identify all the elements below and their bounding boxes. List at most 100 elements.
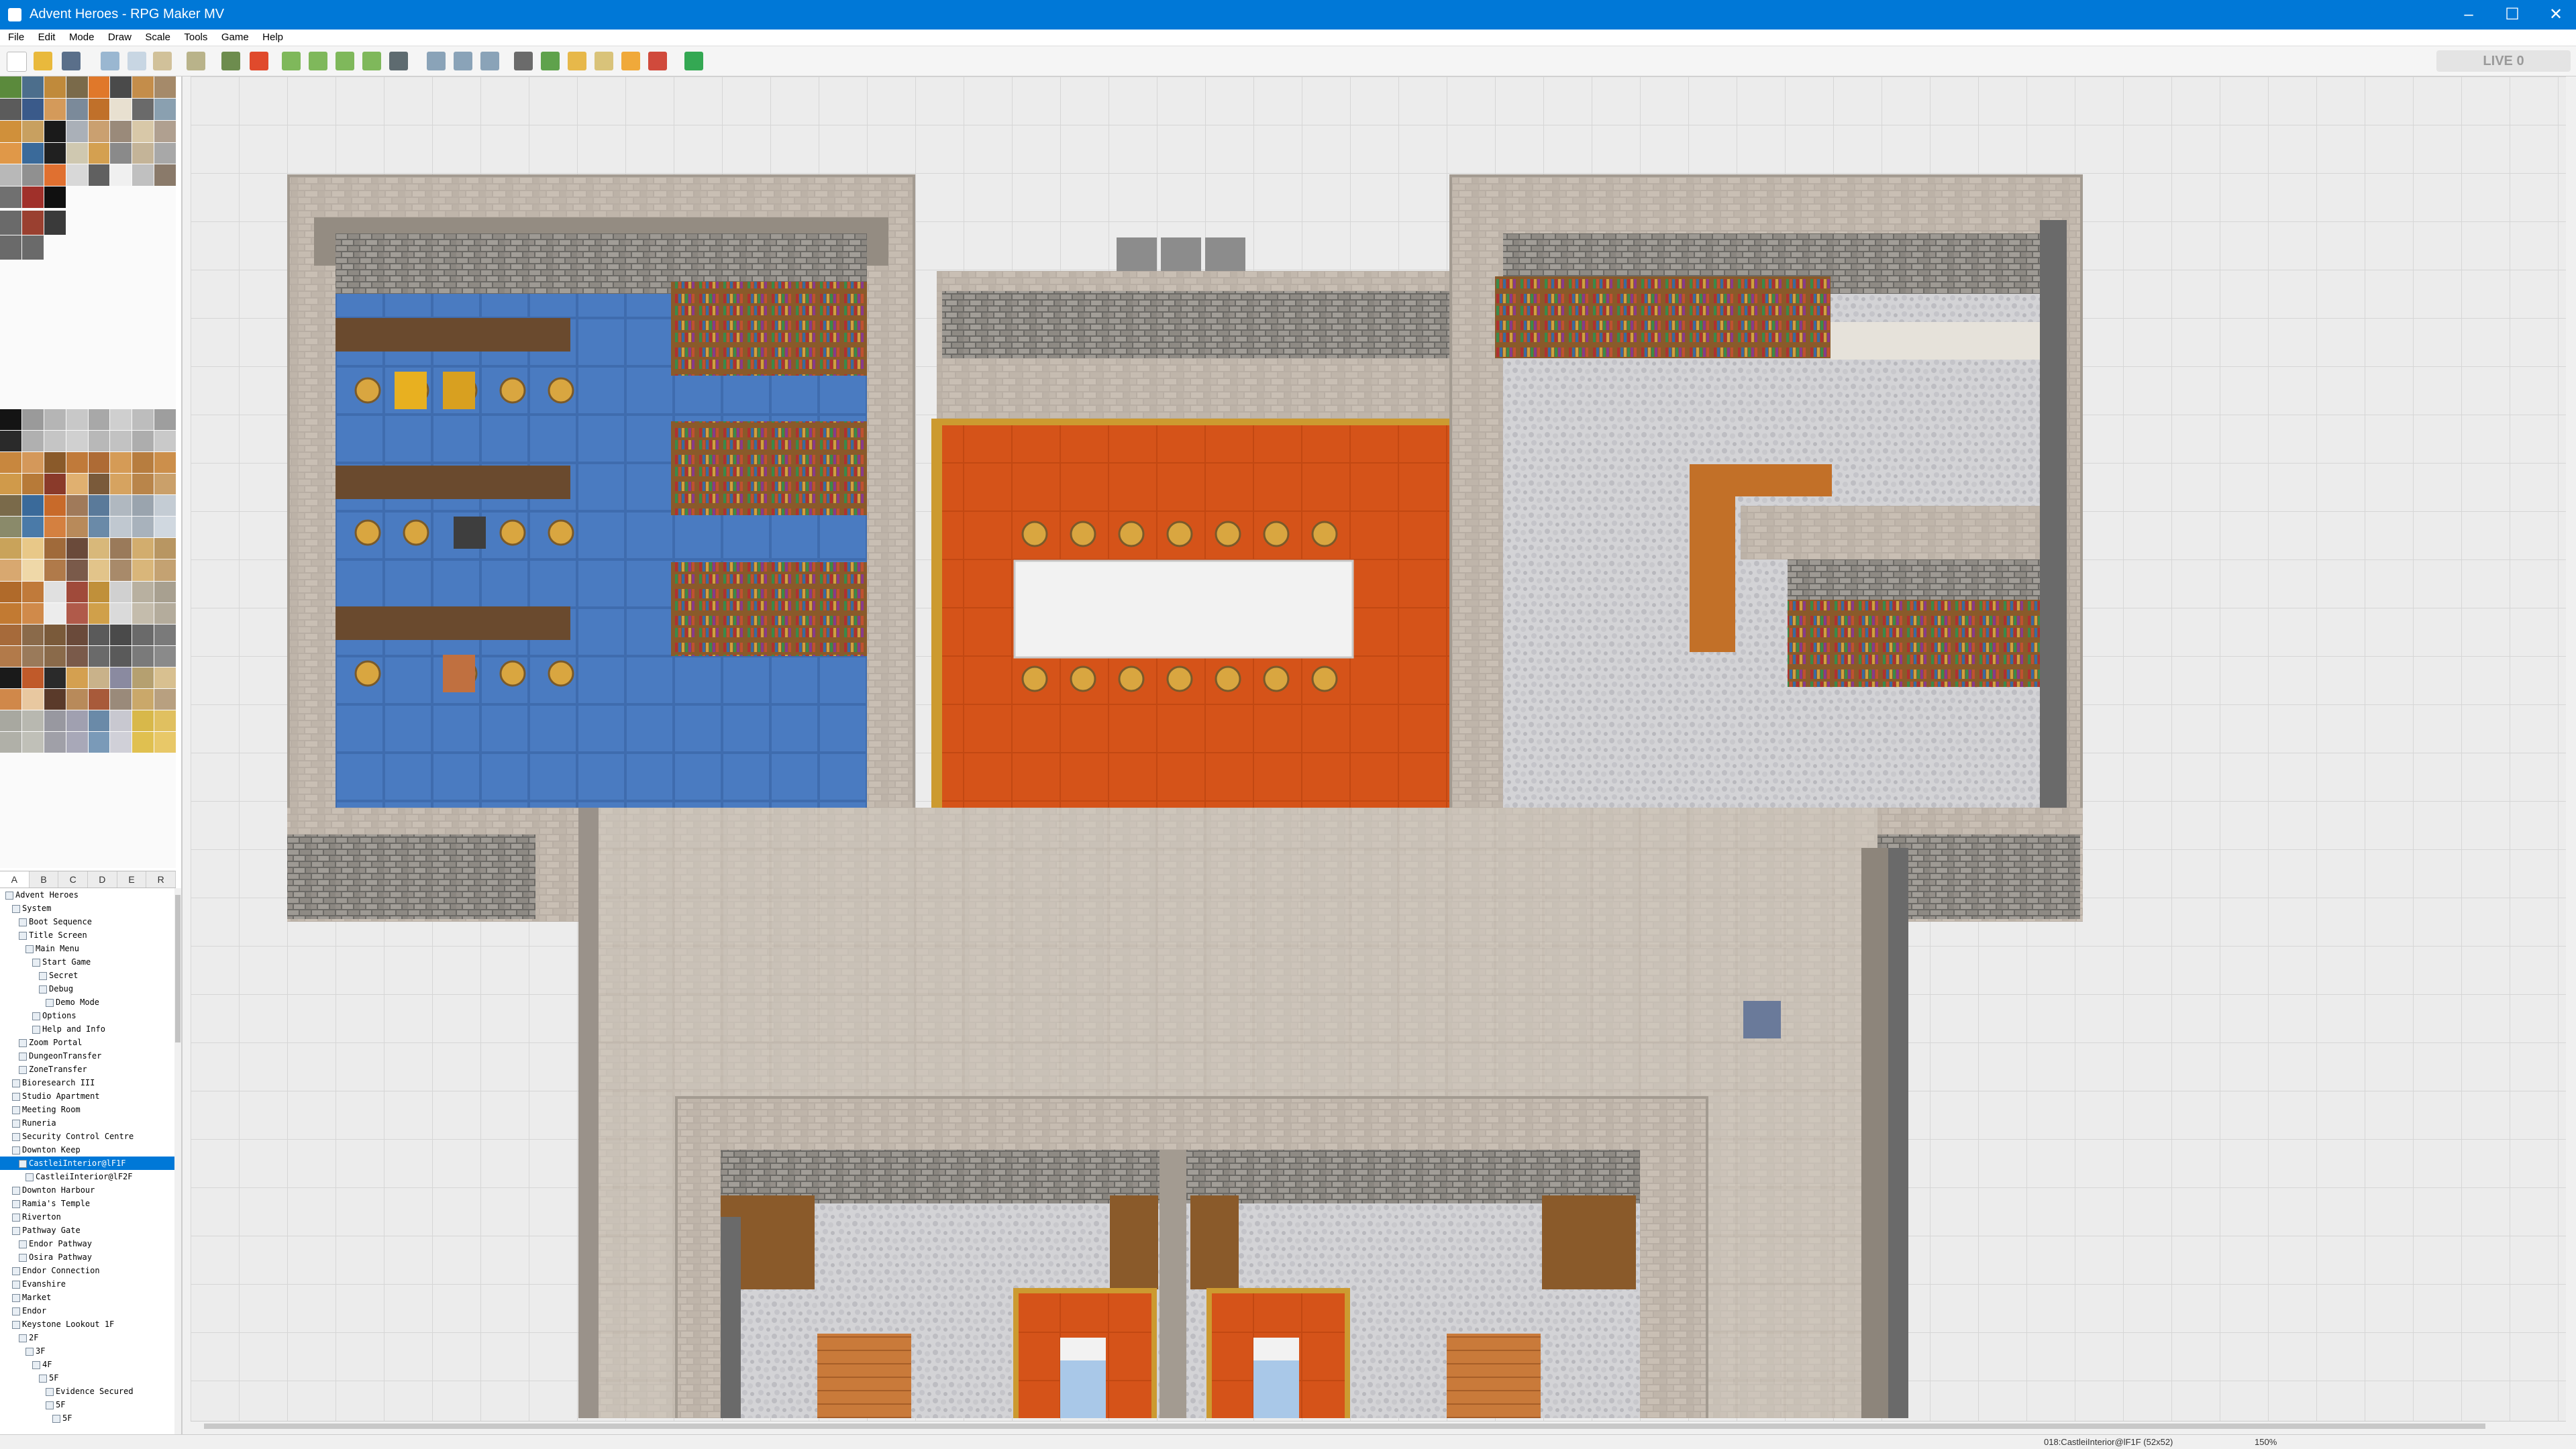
- database-icon[interactable]: [514, 52, 533, 70]
- plugin-manager-icon[interactable]: [541, 52, 560, 70]
- new-project-icon[interactable]: [7, 52, 27, 72]
- scrollbar-thumb[interactable]: [175, 895, 181, 1042]
- map-tree-item[interactable]: Market: [0, 1291, 176, 1304]
- map-tree-item[interactable]: Endor Connection: [0, 1264, 176, 1277]
- tab-r[interactable]: R: [146, 871, 176, 888]
- map-tree-label: Endor Connection: [22, 1266, 100, 1275]
- minimize-button[interactable]: –: [2449, 3, 2489, 27]
- map-tree-item[interactable]: Options: [0, 1009, 176, 1022]
- map-tree-item[interactable]: Ramia's Temple: [0, 1197, 176, 1210]
- tileset-a2-wall[interactable]: [0, 211, 176, 284]
- tab-d[interactable]: D: [88, 871, 117, 888]
- playtest-icon[interactable]: [684, 52, 703, 70]
- map-tree-item[interactable]: Debug: [0, 982, 176, 996]
- map-tree-item[interactable]: CastleiInterior@lF2F: [0, 1170, 176, 1183]
- map-tree-scrollbar[interactable]: [174, 888, 181, 1438]
- menu-draw[interactable]: Draw: [108, 30, 132, 46]
- map-tree-item[interactable]: Meeting Room: [0, 1103, 176, 1116]
- map-tree[interactable]: Advent Heroes System Boot Sequence Title Sc…: [0, 888, 176, 1438]
- map-tree-item[interactable]: 5F: [0, 1398, 176, 1411]
- cut-icon[interactable]: [101, 52, 119, 70]
- map-tree-item[interactable]: Downton Keep: [0, 1143, 176, 1157]
- tileset-a1[interactable]: [0, 76, 176, 208]
- actual-size-icon[interactable]: [480, 52, 499, 70]
- map-tree-item[interactable]: Osira Pathway: [0, 1250, 176, 1264]
- copy-icon[interactable]: [127, 52, 146, 70]
- map-tree-item[interactable]: Endor Pathway: [0, 1237, 176, 1250]
- zoom-out-icon[interactable]: [454, 52, 472, 70]
- map-tree-item[interactable]: Evanshire: [0, 1277, 176, 1291]
- map-tree-item[interactable]: Boot Sequence: [0, 915, 176, 928]
- map-tree-item[interactable]: Evidence Secured: [0, 1385, 176, 1398]
- zoom-in-icon[interactable]: [427, 52, 446, 70]
- tab-e[interactable]: E: [117, 871, 147, 888]
- map-tree-item[interactable]: 3F: [0, 1344, 176, 1358]
- tab-b[interactable]: B: [30, 871, 59, 888]
- map-icon: [12, 1280, 20, 1289]
- map-tree-item[interactable]: Bioresearch III: [0, 1076, 176, 1089]
- resource-manager-icon[interactable]: [621, 52, 640, 70]
- map-tree-item[interactable]: CastleiInterior@lF1F: [0, 1157, 176, 1170]
- map-tree-item[interactable]: Riverton: [0, 1210, 176, 1224]
- map-icon: [19, 1334, 27, 1342]
- event-mode-icon[interactable]: [250, 52, 268, 70]
- map-tree-item[interactable]: Help and Info: [0, 1022, 176, 1036]
- menu-tools[interactable]: Tools: [184, 30, 207, 46]
- shadow-pen-icon[interactable]: [389, 52, 408, 70]
- fill-tool-icon[interactable]: [362, 52, 381, 70]
- menu-file[interactable]: File: [8, 30, 24, 46]
- map-tree-item[interactable]: 4F: [0, 1358, 176, 1371]
- map-tree-item[interactable]: Runeria: [0, 1116, 176, 1130]
- map-icon: [32, 1025, 40, 1034]
- tab-c[interactable]: C: [58, 871, 89, 888]
- map-tree-item[interactable]: Studio Apartment: [0, 1089, 176, 1103]
- character-generator-icon[interactable]: [648, 52, 667, 70]
- open-project-icon[interactable]: [34, 52, 52, 70]
- map-canvas[interactable]: [191, 76, 2566, 1421]
- map-mode-icon[interactable]: [221, 52, 240, 70]
- scrollbar-thumb[interactable]: [204, 1424, 2485, 1429]
- rectangle-tool-icon[interactable]: [309, 52, 327, 70]
- map-tree-item[interactable]: Endor: [0, 1304, 176, 1318]
- map-tree-item[interactable]: Secret: [0, 969, 176, 982]
- map-horizontal-scrollbar[interactable]: [191, 1421, 2566, 1431]
- map-tree-item[interactable]: 2F: [0, 1331, 176, 1344]
- menu-scale[interactable]: Scale: [145, 30, 170, 46]
- pencil-tool-icon[interactable]: [282, 52, 301, 70]
- map-tree-item[interactable]: Demo Mode: [0, 996, 176, 1009]
- menu-help[interactable]: Help: [262, 30, 283, 46]
- paste-icon[interactable]: [153, 52, 172, 70]
- map-tree-item[interactable]: Security Control Centre: [0, 1130, 176, 1143]
- ellipse-tool-icon[interactable]: [336, 52, 354, 70]
- map-tree-item[interactable]: Zoom Portal: [0, 1036, 176, 1049]
- map-tree-item[interactable]: 5F: [0, 1411, 176, 1425]
- save-project-icon[interactable]: [62, 52, 81, 70]
- tileset-a3-floors[interactable]: [0, 409, 176, 753]
- map-icon: [12, 904, 20, 913]
- undo-icon[interactable]: [187, 52, 205, 70]
- map-tree-label: Meeting Room: [22, 1105, 81, 1114]
- map-tree-item[interactable]: Keystone Lookout 1F: [0, 1318, 176, 1331]
- event-searcher-icon[interactable]: [595, 52, 613, 70]
- map-tree-label: Secret: [49, 971, 79, 980]
- map-tree-item[interactable]: Downton Harbour: [0, 1183, 176, 1197]
- tab-a[interactable]: A: [0, 871, 30, 888]
- sound-test-icon[interactable]: [568, 52, 586, 70]
- map-tree-item[interactable]: Pathway Gate: [0, 1224, 176, 1237]
- close-button[interactable]: ✕: [2536, 3, 2576, 27]
- menu-mode[interactable]: Mode: [69, 30, 95, 46]
- map-tree-item[interactable]: 5F: [0, 1371, 176, 1385]
- maximize-button[interactable]: ☐: [2492, 3, 2532, 27]
- menu-game[interactable]: Game: [221, 30, 249, 46]
- map-tree-item[interactable]: Advent Heroes: [0, 888, 176, 902]
- map-tree-item[interactable]: Title Screen: [0, 928, 176, 942]
- map-tree-label: 2F: [29, 1333, 39, 1342]
- map-tree-item[interactable]: ZoneTransfer: [0, 1063, 176, 1076]
- menu-edit[interactable]: Edit: [38, 30, 56, 46]
- map-tree-item[interactable]: Start Game: [0, 955, 176, 969]
- map-tree-item[interactable]: Main Menu: [0, 942, 176, 955]
- map-tree-item[interactable]: DungeonTransfer: [0, 1049, 176, 1063]
- map-tree-item[interactable]: System: [0, 902, 176, 915]
- map-icon: [32, 1360, 40, 1369]
- tile-palette[interactable]: [0, 76, 176, 868]
